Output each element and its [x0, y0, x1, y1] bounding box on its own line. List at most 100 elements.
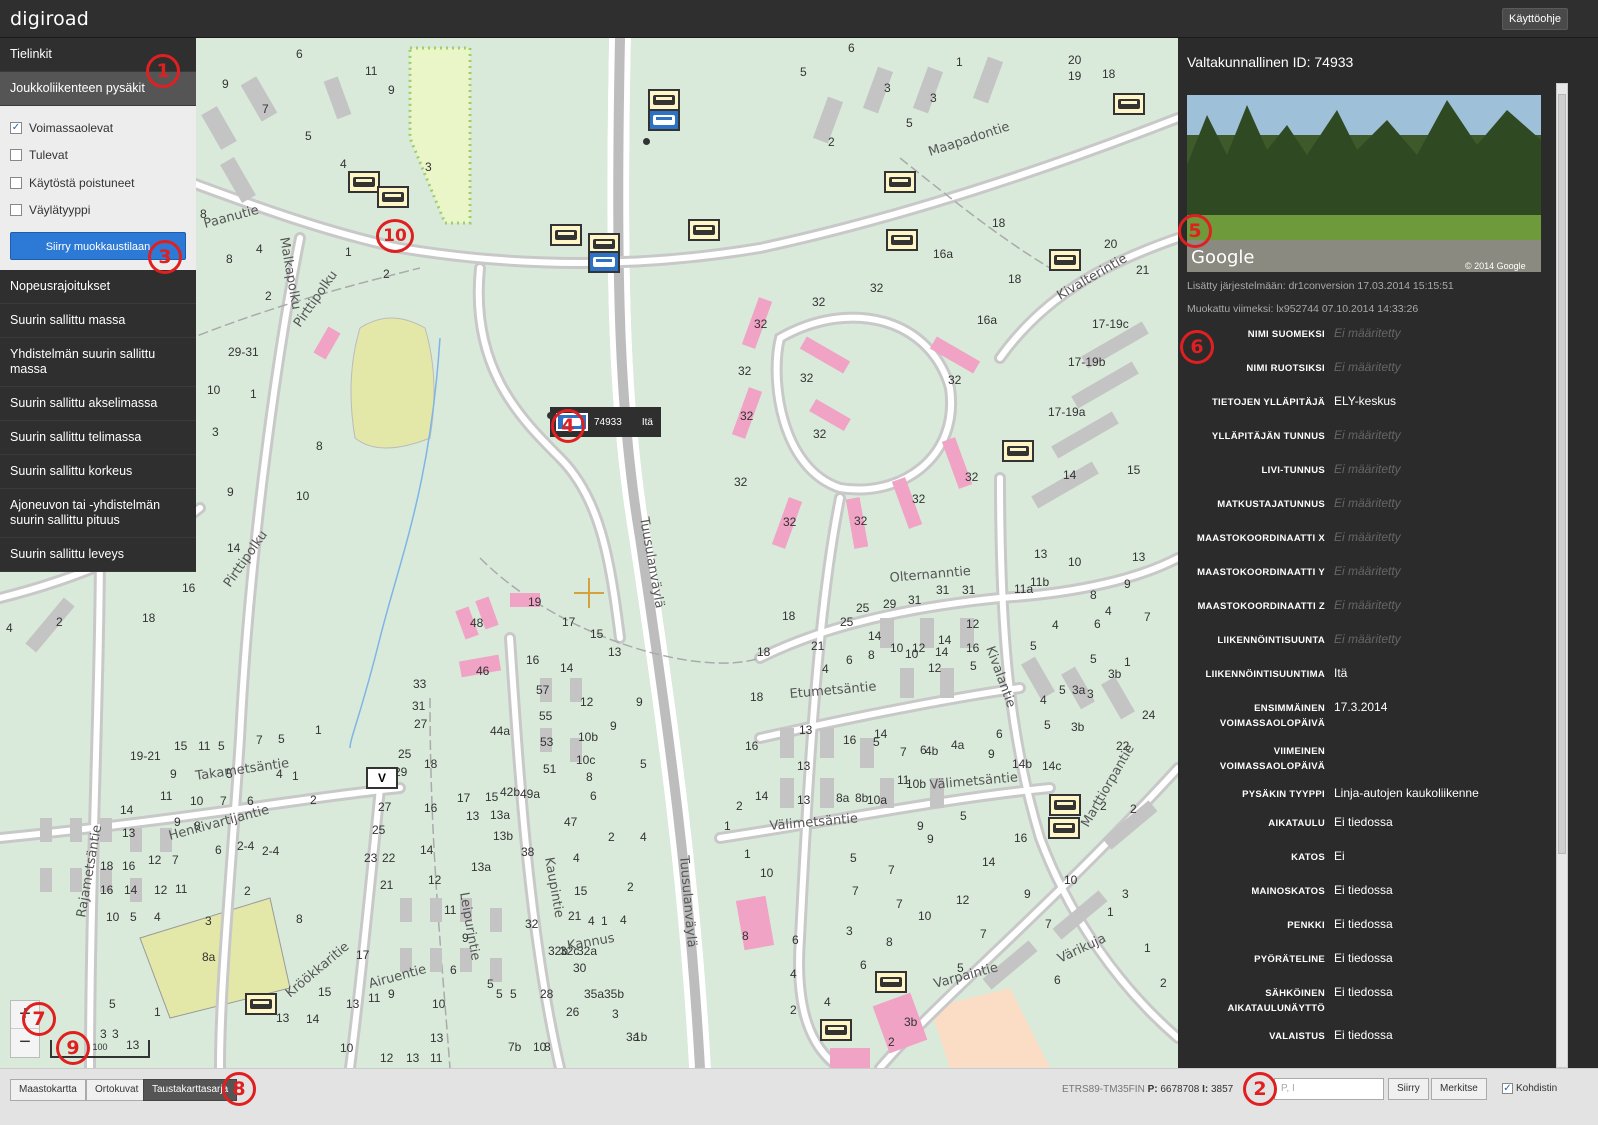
bus-stop-marker[interactable] — [588, 251, 620, 273]
bus-stop-marker[interactable] — [1049, 794, 1081, 816]
mark-button[interactable]: Merkitse — [1431, 1078, 1487, 1100]
annotation-10: 10 — [376, 219, 414, 253]
checkbox-checked-icon[interactable]: ✓ — [10, 121, 22, 134]
property-label: SÄHKÖINEN AIKATAULUNÄYTTÖ — [1227, 988, 1325, 1014]
annotation-6: 6 — [1180, 330, 1214, 364]
bg-ortokuvat-button[interactable]: Ortokuvat — [86, 1079, 148, 1101]
checkbox-icon[interactable] — [10, 176, 22, 189]
svg-text:1b: 1b — [634, 1030, 648, 1044]
svg-text:32: 32 — [813, 427, 827, 441]
bus-stop-marker[interactable] — [884, 171, 916, 193]
bus-stop-marker[interactable] — [688, 219, 720, 241]
svg-text:22: 22 — [382, 851, 396, 865]
nav-item-massa[interactable]: Suurin sallittu massa — [0, 304, 196, 338]
svg-text:6: 6 — [792, 933, 799, 947]
svg-text:1: 1 — [956, 55, 963, 69]
property-value: Ei tiedossa — [1334, 883, 1393, 897]
property-row: PYSÄKIN TYYPPI Linja-autojen kaukoliikenn… — [1178, 785, 1553, 814]
bus-stop-marker[interactable] — [648, 109, 680, 131]
bus-stop-marker[interactable] — [648, 89, 680, 111]
go-to-coordinate-button[interactable]: Siirry — [1388, 1078, 1429, 1100]
bg-maastokartta-button[interactable]: Maastokartta — [10, 1079, 86, 1101]
svg-text:9: 9 — [170, 767, 177, 781]
nav-item-korkeus[interactable]: Suurin sallittu korkeus — [0, 455, 196, 489]
svg-text:21: 21 — [568, 909, 582, 923]
svg-text:5: 5 — [487, 977, 494, 991]
panel-scrollbar[interactable] — [1556, 83, 1568, 1068]
nav-item-yhdistelman-massa[interactable]: Yhdistelmän suurin sallittu massa — [0, 338, 196, 387]
checkbox-checked-icon[interactable]: ✓ — [1502, 1083, 1513, 1094]
svg-text:20: 20 — [1068, 53, 1082, 67]
svg-text:16: 16 — [1014, 831, 1028, 845]
filter-vaylatyyppi[interactable]: Väylätyyppi — [10, 197, 186, 225]
svg-text:4: 4 — [620, 913, 627, 927]
svg-text:28: 28 — [540, 987, 554, 1001]
bus-stop-marker[interactable] — [348, 171, 380, 193]
crosshair-toggle[interactable]: ✓ Kohdistin — [1502, 1083, 1557, 1094]
svg-text:2: 2 — [608, 830, 615, 844]
svg-text:8a: 8a — [202, 950, 216, 964]
street-view-photo[interactable]: Google © 2014 Google — [1187, 95, 1541, 272]
bus-stop-marker[interactable] — [1049, 249, 1081, 271]
svg-text:32: 32 — [734, 475, 748, 489]
bus-stop-marker[interactable] — [1113, 93, 1145, 115]
property-row: MAASTOKOORDINAATTI X Ei määritetty — [1178, 529, 1553, 563]
bus-stop-marker[interactable] — [550, 224, 582, 246]
filter-tulevat[interactable]: Tulevat — [10, 142, 186, 170]
property-row: VIIMEINEN VOIMASSAOLOPÄIVÄ — [1178, 742, 1553, 785]
bus-stop-marker[interactable] — [1048, 817, 1080, 839]
bus-stop-marker[interactable] — [377, 186, 409, 208]
svg-text:Paanutie: Paanutie — [202, 203, 260, 232]
svg-text:3: 3 — [205, 914, 212, 928]
panel-scrollbar-thumb[interactable] — [1558, 94, 1566, 854]
svg-text:10: 10 — [1068, 555, 1082, 569]
nav-item-telimassa[interactable]: Suurin sallittu telimassa — [0, 421, 196, 455]
svg-text:11: 11 — [175, 882, 188, 896]
svg-text:7: 7 — [900, 745, 907, 759]
svg-text:32: 32 — [812, 295, 826, 309]
p-label: P: — [1147, 1084, 1158, 1095]
nav-item-pituus[interactable]: Ajoneuvon tai -yhdistelmän suurin sallit… — [0, 489, 196, 538]
svg-text:14: 14 — [420, 843, 434, 857]
v-marker[interactable]: V — [366, 767, 398, 789]
svg-text:42b: 42b — [500, 785, 520, 799]
property-row: MAASTOKOORDINAATTI Z Ei määritetty — [1178, 597, 1553, 631]
bus-stop-marker[interactable] — [875, 971, 907, 993]
crosshair-icon — [574, 578, 604, 608]
checkbox-icon[interactable] — [10, 149, 22, 162]
filter-voimassaolevat[interactable]: ✓ Voimassaolevat — [10, 114, 186, 142]
bus-stop-pin[interactable] — [643, 138, 650, 145]
svg-text:14: 14 — [124, 883, 138, 897]
svg-text:44a: 44a — [490, 724, 510, 738]
filter-label: Väylätyyppi — [29, 203, 91, 218]
coordinate-input[interactable]: P, I — [1274, 1078, 1384, 1100]
svg-text:7: 7 — [888, 863, 895, 877]
filter-kaytosta-poistuneet[interactable]: Käytöstä poistuneet — [10, 169, 186, 197]
svg-text:Maapadontie: Maapadontie — [927, 119, 1012, 159]
nav-item-leveys[interactable]: Suurin sallittu leveys — [0, 538, 196, 572]
nav-item-akselimassa[interactable]: Suurin sallittu akselimassa — [0, 387, 196, 421]
bus-stop-marker[interactable] — [820, 1019, 852, 1041]
property-label: YLLÄPITÄJÄN TUNNUS — [1211, 431, 1325, 442]
svg-text:17: 17 — [562, 615, 576, 629]
svg-text:5: 5 — [640, 757, 647, 771]
checkbox-icon[interactable] — [10, 204, 22, 217]
svg-text:10: 10 — [905, 647, 919, 661]
svg-text:3: 3 — [884, 81, 891, 95]
property-value: Linja-autojen kaukoliikenne — [1334, 786, 1479, 800]
nav-item-nopeusrajoitukset[interactable]: Nopeusrajoitukset — [0, 270, 196, 304]
svg-text:7: 7 — [262, 102, 269, 116]
svg-text:18: 18 — [750, 690, 764, 704]
svg-text:6: 6 — [1054, 973, 1061, 987]
svg-text:9: 9 — [636, 695, 643, 709]
bus-stop-marker[interactable] — [886, 229, 918, 251]
bus-stop-marker[interactable] — [245, 993, 277, 1015]
svg-text:14: 14 — [227, 541, 241, 555]
bus-stop-marker[interactable] — [1002, 440, 1034, 462]
help-button[interactable]: Käyttöohje — [1502, 8, 1568, 30]
svg-text:27: 27 — [414, 717, 428, 731]
svg-text:13a: 13a — [490, 808, 510, 822]
svg-text:Olternanntie: Olternanntie — [889, 564, 971, 586]
svg-text:14: 14 — [120, 803, 134, 817]
svg-text:16: 16 — [182, 581, 196, 595]
